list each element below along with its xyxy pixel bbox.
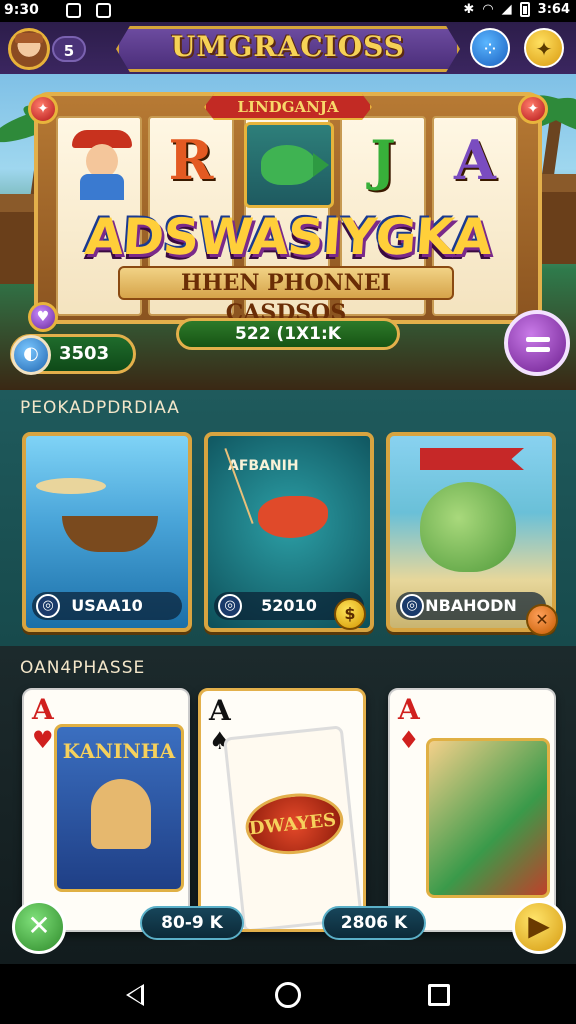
heart-gem-icon: ♥ xyxy=(28,302,58,332)
card-tag: AFBANIH xyxy=(228,458,299,474)
game-title: UMGRACIOSS xyxy=(171,30,405,63)
bluetooth-icon: ✱ xyxy=(463,2,475,17)
back-icon[interactable] xyxy=(126,984,144,1006)
boat-art xyxy=(62,516,158,552)
status-time: 9:30 xyxy=(4,2,39,18)
info-icon: ◎ xyxy=(400,594,424,618)
inner-card-art xyxy=(426,738,550,898)
island-art xyxy=(36,478,106,494)
home-icon[interactable] xyxy=(275,982,301,1008)
reel-symbol-r: R xyxy=(168,128,214,192)
coin-icon: $ xyxy=(334,598,366,630)
card-rank: A xyxy=(209,694,231,727)
player-level: 5 xyxy=(52,36,86,62)
bonus-coin-icon: ✕ xyxy=(526,604,558,636)
close-icon[interactable]: ✕ xyxy=(12,900,66,954)
player-avatar[interactable] xyxy=(8,28,50,70)
game-screen: 9:30 ✱ ◠ ◢ 3:64 5 UMGRACIOSS ⁘ ✦ R J A L… xyxy=(0,0,576,1024)
card-rank: A xyxy=(32,693,54,726)
notification-icon-2 xyxy=(96,3,111,18)
wifi-icon: ◠ xyxy=(482,2,494,17)
menu-icon[interactable] xyxy=(504,310,570,376)
character-art xyxy=(91,779,151,849)
gem-icon: ✦ xyxy=(28,94,58,124)
inner-card-art: KANINHA xyxy=(54,724,184,892)
flag-art xyxy=(420,448,524,470)
fish-symbol xyxy=(244,122,334,208)
section-title-1: PEOKADPDRDIAA xyxy=(20,398,180,418)
status-bar: 9:30 ✱ ◠ ◢ 3:64 xyxy=(0,0,576,22)
status-right-text: 3:64 xyxy=(537,2,570,17)
reel-symbol-j: J xyxy=(370,128,396,192)
card-rank: A xyxy=(398,693,420,726)
dots-icon[interactable]: ⁘ xyxy=(470,28,510,68)
bet-chip-left[interactable]: 80-9 K xyxy=(140,906,244,940)
info-icon: ◎ xyxy=(36,594,60,618)
reel-symbol-a: A xyxy=(454,128,496,192)
playing-card-2[interactable]: A ♠ DWAYES xyxy=(198,688,366,932)
inner-card-art: DWAYES xyxy=(223,725,363,929)
lightbulb-icon[interactable]: ✦ xyxy=(524,28,564,68)
diamond-icon: ♦ xyxy=(398,726,420,754)
inner-card-title: KANINHA xyxy=(62,739,176,763)
battery-icon xyxy=(519,2,530,17)
slot-subtitle: HHEN PHONNEI CASDSOS xyxy=(118,266,454,326)
shrimp-art xyxy=(258,496,328,538)
fish-art xyxy=(420,482,516,572)
playing-card-1[interactable]: A ♥ KANINHA xyxy=(22,688,190,932)
coin-amount: 3503 xyxy=(59,343,110,364)
game-card-fish[interactable]: NBAHODN ◎ xyxy=(386,432,556,632)
signal-icon: ◢ xyxy=(501,2,512,17)
playing-card-3[interactable]: A ♦ xyxy=(388,688,556,932)
slot-ribbon: LINDGANJA xyxy=(204,94,372,120)
coin-icon: ◐ xyxy=(11,335,51,375)
play-icon[interactable]: ▶ xyxy=(512,900,566,954)
cowboy-symbol xyxy=(72,130,132,200)
slot-logo: ADSWASIYGKA xyxy=(82,208,494,266)
recent-apps-icon[interactable] xyxy=(428,984,450,1006)
heart-icon: ♥ xyxy=(32,726,54,754)
coin-balance[interactable]: ◐ 3503 xyxy=(10,334,136,375)
win-bar: 522 (1X1:K xyxy=(176,318,400,350)
bet-chip-right[interactable]: 2806 K xyxy=(322,906,426,940)
info-icon: ◎ xyxy=(218,594,242,618)
game-card-boat[interactable]: USAA10 ◎ xyxy=(22,432,192,632)
system-nav-bar xyxy=(0,964,576,1024)
section-title-2: OAN4PHASSE xyxy=(20,658,146,678)
status-icons: ✱ ◠ ◢ 3:64 xyxy=(463,2,570,17)
notification-icon xyxy=(66,3,81,18)
gem-icon-right: ✦ xyxy=(518,94,548,124)
top-header: 5 UMGRACIOSS ⁘ ✦ xyxy=(0,22,576,74)
